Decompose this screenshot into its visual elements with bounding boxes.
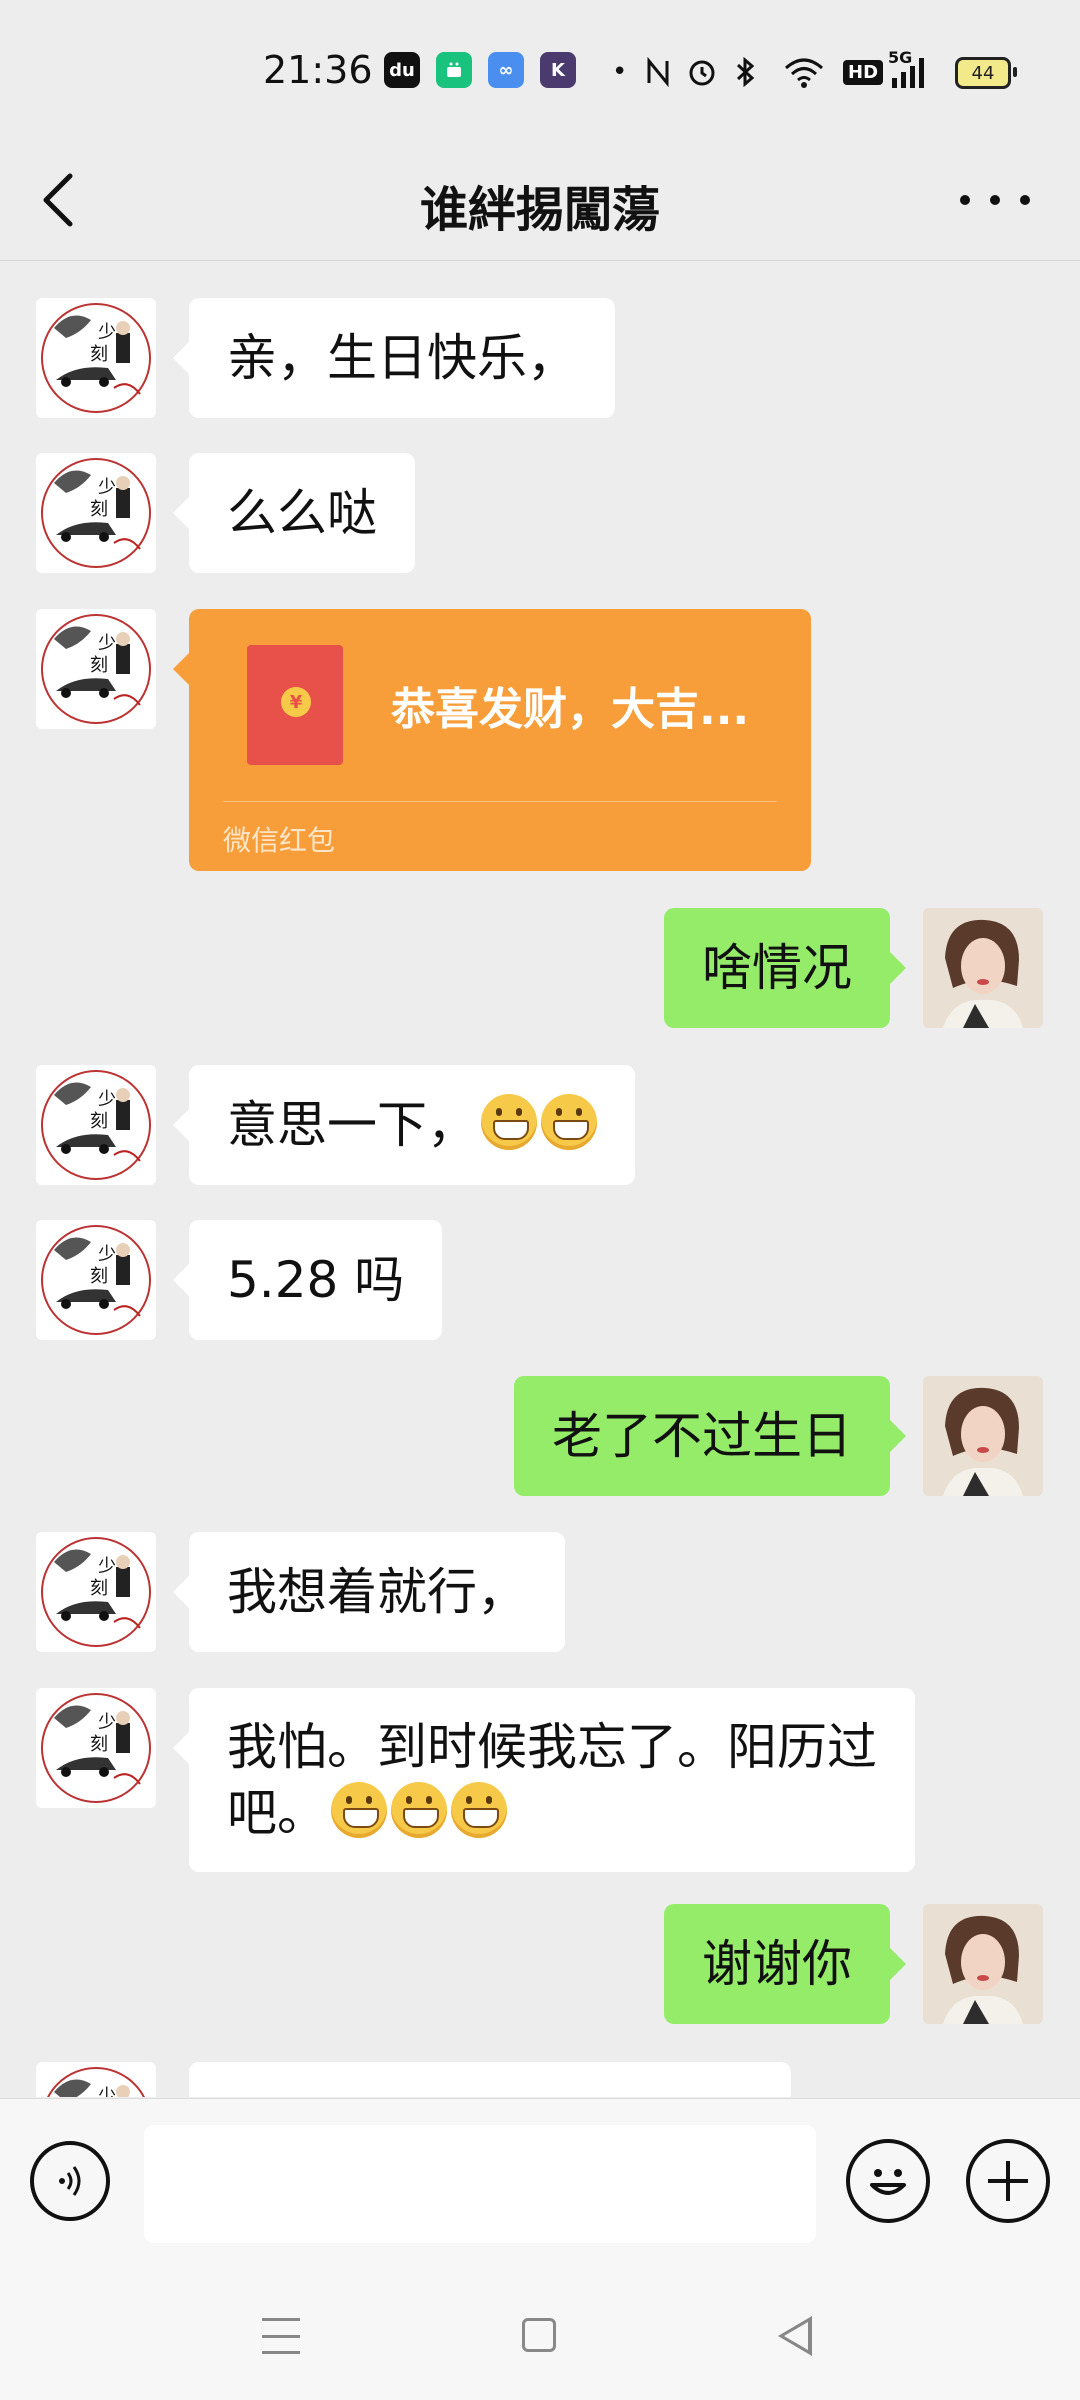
message-text: 5.28 吗 (227, 1251, 405, 1309)
chat-header: 谁絆掦闖蕩 (0, 140, 1080, 261)
message-bubble-outgoing[interactable]: 啥情况 (664, 908, 906, 1028)
grin-emoji-icon (331, 1782, 387, 1838)
message-text: 吧。 (227, 1784, 327, 1842)
message-bubble-outgoing[interactable]: 老了不过生日 (514, 1376, 906, 1496)
svg-text:刻: 刻 (90, 1111, 108, 1132)
svg-text:刻: 刻 (90, 655, 108, 676)
red-packet-label: 微信红包 (223, 824, 336, 857)
red-packet-title: 恭喜发财，大吉... (391, 684, 750, 735)
message-bubble-incoming[interactable]: 意思一下， (173, 1065, 635, 1185)
more-dot-icon (960, 195, 970, 205)
smiley-icon (870, 2169, 906, 2195)
message-text: 意思一下， (227, 1096, 477, 1154)
message-bubble-outgoing[interactable]: 谢谢你 (664, 1904, 906, 2024)
k-app-icon: K (540, 52, 576, 88)
my-avatar[interactable] (923, 1376, 1043, 1496)
more-functions-button[interactable] (966, 2139, 1050, 2223)
svg-text:刻: 刻 (90, 1578, 108, 1599)
message-input[interactable] (144, 2125, 816, 2243)
alarm-icon (686, 54, 718, 90)
contact-avatar[interactable]: 少刻 (36, 1220, 156, 1340)
grin-emoji-icon (391, 1782, 447, 1838)
voice-icon (59, 2166, 81, 2196)
message-bubble-incoming[interactable] (189, 2062, 791, 2097)
message-bubble-incoming[interactable]: 5.28 吗 (172, 1220, 443, 1340)
voice-input-button[interactable] (30, 2141, 110, 2221)
message-text: 么么哒 (227, 484, 377, 542)
message-text: 谢谢你 (702, 1935, 852, 1993)
message-bubble-incoming[interactable]: 亲，生日快乐， (173, 298, 615, 418)
battery-indicator: 44 (955, 57, 1017, 89)
home-button[interactable] (522, 2318, 556, 2352)
contact-avatar[interactable]: 少刻 (36, 1532, 156, 1652)
svg-text:少: 少 (98, 322, 116, 343)
emoji-button[interactable] (846, 2139, 930, 2223)
contact-avatar[interactable]: 少刻 (36, 2062, 156, 2097)
grin-emoji-icon (541, 1094, 597, 1150)
nfc-icon (645, 54, 671, 90)
svg-text:刻: 刻 (90, 344, 108, 365)
input-bar (0, 2098, 1080, 2279)
grin-emoji-icon (481, 1094, 537, 1150)
cell-signal-icon: 5G (888, 48, 936, 90)
message-bubble-incoming[interactable]: 么么哒 (173, 453, 415, 573)
bluetooth-icon (732, 54, 758, 90)
message-text: 啥情况 (702, 939, 852, 997)
red-packet-divider (223, 801, 777, 802)
contact-avatar[interactable]: 少刻 (36, 453, 156, 573)
system-back-button[interactable] (778, 2316, 812, 2356)
dewu-app-icon: du (384, 52, 420, 88)
more-dot-icon (1020, 195, 1030, 205)
svg-text:少: 少 (98, 1712, 116, 1733)
message-bubble-incoming[interactable]: 我怕。到时候我忘了。阳历过 吧。 (173, 1688, 915, 1872)
message-text: 老了不过生日 (552, 1407, 852, 1465)
svg-text:少: 少 (98, 1089, 116, 1110)
my-avatar[interactable] (923, 908, 1043, 1028)
system-navigation-bar (0, 2278, 1080, 2400)
message-text: 亲，生日快乐， (227, 329, 577, 387)
my-avatar[interactable] (923, 1904, 1043, 2024)
contact-avatar[interactable]: 少刻 (36, 609, 156, 729)
hd-icon: HD (843, 54, 884, 90)
grin-emoji-icon (451, 1782, 507, 1838)
svg-text:刻: 刻 (90, 1734, 108, 1755)
message-list[interactable]: 少刻 亲，生日快乐， 少刻 么么哒 少刻 ¥ 恭喜发财，大吉... 微信红包 啥… (0, 262, 1080, 2097)
status-bar: 21:36 du ∞ K • HD 5G 44 (0, 0, 1080, 140)
svg-text:少: 少 (98, 2086, 116, 2097)
svg-text:少: 少 (98, 1244, 116, 1265)
svg-text:少: 少 (98, 633, 116, 654)
wifi-icon (784, 54, 824, 90)
svg-text:刻: 刻 (90, 499, 108, 520)
hd-label: HD (843, 59, 884, 85)
message-text: 我想着就行， (227, 1563, 527, 1621)
chat-title: 谁絆掦闖蕩 (419, 182, 660, 238)
infinity-app-icon: ∞ (488, 52, 524, 88)
status-time: 21:36 (263, 48, 373, 92)
svg-text:刻: 刻 (90, 1266, 108, 1287)
android-app-icon (436, 52, 472, 88)
message-text: 我怕。到时候我忘了。阳历过 (227, 1718, 877, 1776)
contact-avatar[interactable]: 少刻 (36, 1065, 156, 1185)
contact-avatar[interactable]: 少刻 (36, 298, 156, 418)
contact-avatar[interactable]: 少刻 (36, 1688, 156, 1808)
network-type: 5G (888, 48, 913, 67)
svg-text:少: 少 (98, 477, 116, 498)
recents-button[interactable] (262, 2318, 300, 2354)
dot-icon: • (612, 57, 628, 87)
coin-icon: ¥ (281, 687, 311, 717)
message-bubble-incoming[interactable]: 我想着就行， (173, 1532, 565, 1652)
red-packet-message[interactable]: ¥ 恭喜发财，大吉... 微信红包 (173, 609, 811, 871)
more-dot-icon (990, 195, 1000, 205)
svg-text:少: 少 (98, 1556, 116, 1577)
red-packet-icon: ¥ (247, 645, 343, 765)
more-options-button[interactable] (960, 168, 1030, 232)
